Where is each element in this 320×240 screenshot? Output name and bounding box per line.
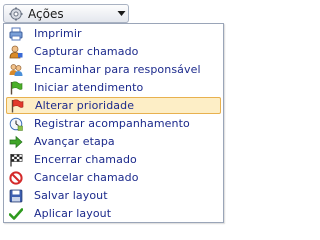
arrow-right-icon — [9, 135, 23, 148]
green-flag-icon — [10, 81, 23, 94]
actions-label: Ações — [28, 7, 64, 21]
printer-icon — [9, 27, 23, 40]
users-forward-icon — [9, 63, 23, 76]
menu-item-avancar-etapa[interactable]: Avançar etapa — [6, 133, 221, 150]
actions-dropdown-button[interactable]: Ações — [3, 4, 129, 23]
chevron-down-icon — [117, 11, 126, 16]
menu-item-label: Registrar acompanhamento — [34, 117, 190, 130]
actions-menu: Imprimir Capturar chamado Encaminhar par… — [3, 23, 224, 223]
menu-item-label: Encaminhar para responsável — [34, 63, 201, 76]
menu-item-encerrar-chamado[interactable]: Encerrar chamado — [6, 151, 221, 168]
menu-item-aplicar-layout[interactable]: Aplicar layout — [6, 205, 221, 222]
menu-item-alterar-prioridade[interactable]: Alterar prioridade — [6, 97, 221, 114]
menu-item-label: Cancelar chamado — [34, 171, 139, 184]
menu-item-label: Aplicar layout — [34, 207, 112, 220]
menu-item-label: Imprimir — [34, 27, 82, 40]
save-icon — [9, 189, 23, 202]
menu-item-label: Salvar layout — [34, 189, 108, 202]
user-capture-icon — [9, 45, 23, 58]
menu-item-label: Iniciar atendimento — [34, 81, 144, 94]
checkered-flag-icon — [10, 153, 23, 166]
clock-note-icon — [9, 117, 23, 131]
red-flag-icon — [11, 99, 24, 112]
menu-item-imprimir[interactable]: Imprimir — [6, 25, 221, 42]
menu-item-capturar-chamado[interactable]: Capturar chamado — [6, 43, 221, 60]
menu-item-label: Encerrar chamado — [34, 153, 137, 166]
menu-item-iniciar-atendimento[interactable]: Iniciar atendimento — [6, 79, 221, 96]
menu-item-cancelar-chamado[interactable]: Cancelar chamado — [6, 169, 221, 186]
menu-item-label: Capturar chamado — [34, 45, 139, 58]
menu-item-label: Alterar prioridade — [35, 99, 135, 112]
checkmark-icon — [9, 207, 23, 220]
cancel-icon — [9, 170, 23, 185]
menu-item-registrar-acompanhamento[interactable]: Registrar acompanhamento — [6, 115, 221, 132]
menu-item-label: Avançar etapa — [34, 135, 115, 148]
menu-item-encaminhar[interactable]: Encaminhar para responsável — [6, 61, 221, 78]
gear-icon — [9, 7, 23, 21]
menu-item-salvar-layout[interactable]: Salvar layout — [6, 187, 221, 204]
